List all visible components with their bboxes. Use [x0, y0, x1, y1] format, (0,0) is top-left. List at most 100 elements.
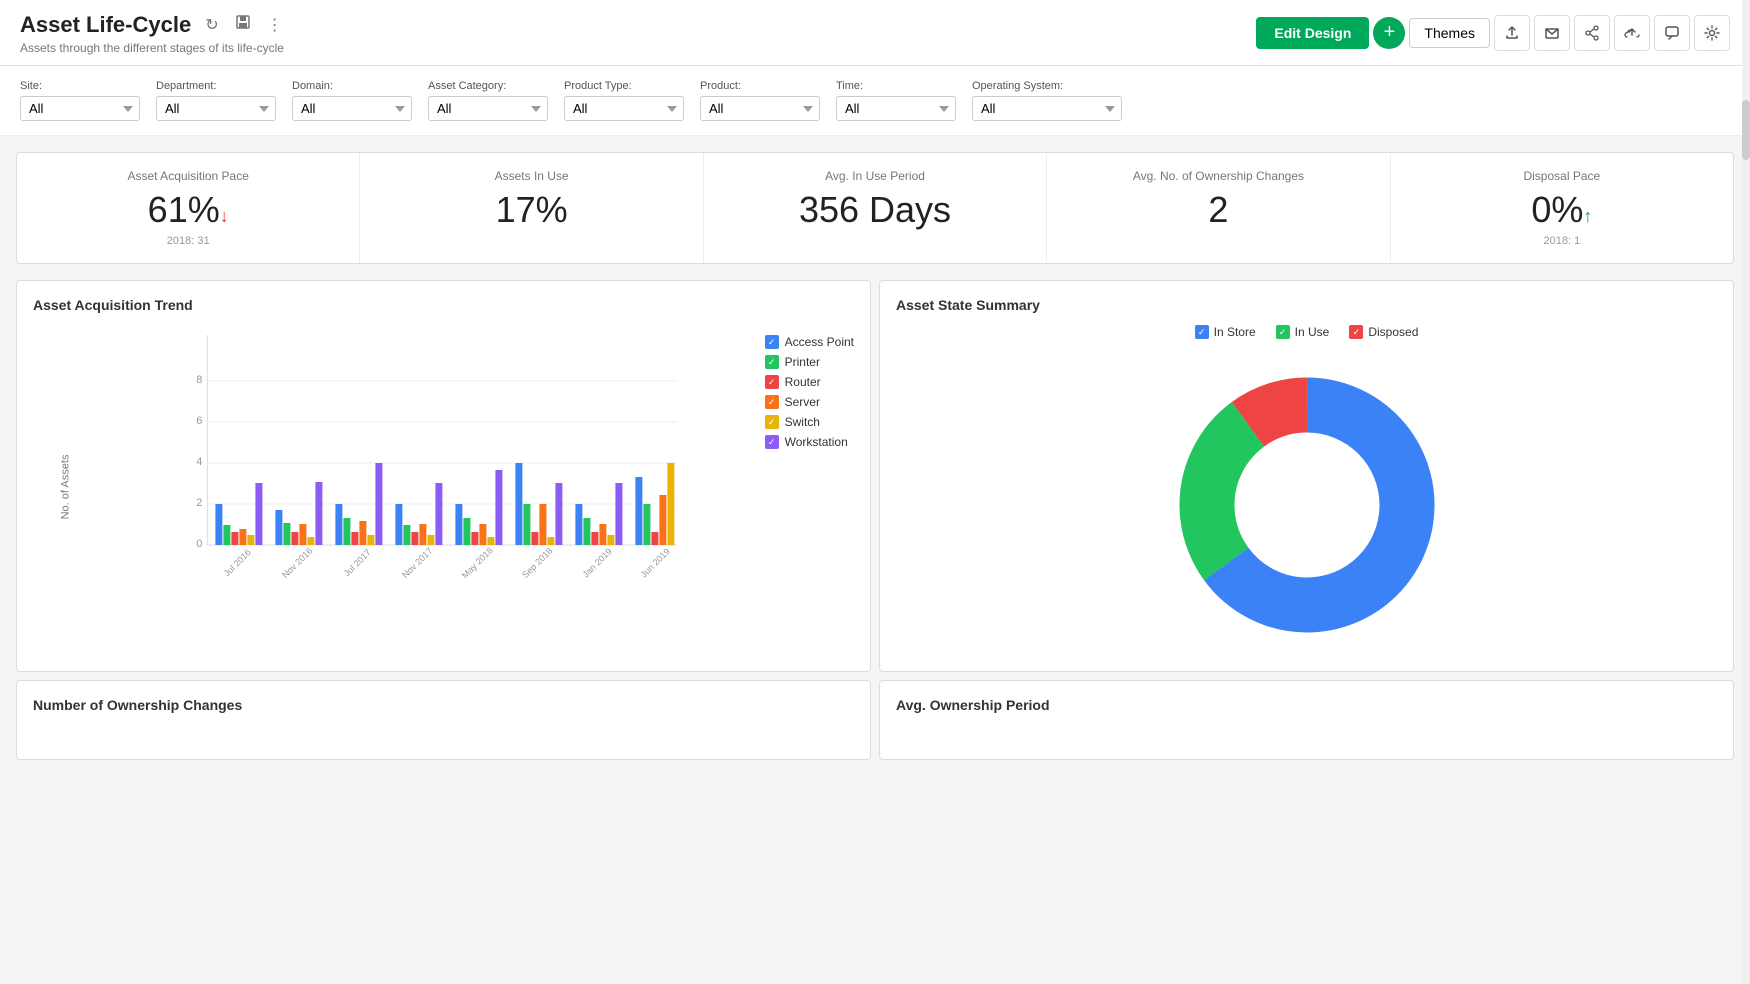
time-label: Time: [836, 80, 956, 92]
kpi-assets-in-use-label: Assets In Use [380, 169, 682, 183]
legend-access-point: ✓ Access Point [765, 335, 854, 349]
os-label: Operating System: [972, 80, 1122, 92]
save-button[interactable] [231, 10, 255, 39]
product-filter-group: Product: All [700, 80, 820, 121]
share-button[interactable] [1574, 15, 1610, 51]
donut-in-use-label: In Use [1295, 325, 1330, 339]
vertical-scrollbar[interactable] [1742, 0, 1750, 984]
bottom-charts-row: Number of Ownership Changes Avg. Ownersh… [16, 680, 1734, 760]
site-filter-group: Site: All [20, 80, 140, 121]
kpi-ownership-changes-label: Avg. No. of Ownership Changes [1067, 169, 1369, 183]
kpi-disposal-pace-label: Disposal Pace [1411, 169, 1713, 183]
time-select[interactable]: All [836, 96, 956, 121]
settings-button[interactable] [1694, 15, 1730, 51]
legend-server: ✓ Server [765, 395, 854, 409]
kpi-assets-in-use: Assets In Use 17% [360, 153, 703, 263]
bar-chart-panel: Asset Acquisition Trend No. of Assets 0 … [16, 280, 871, 672]
donut-in-store-icon[interactable]: ✓ [1195, 325, 1209, 339]
legend-printer-label: Printer [785, 355, 820, 369]
legend-router-icon[interactable]: ✓ [765, 375, 779, 389]
legend-switch: ✓ Switch [765, 415, 854, 429]
y-axis-label: No. of Assets [59, 454, 71, 519]
svg-text:4: 4 [196, 456, 202, 468]
mail-button[interactable] [1534, 15, 1570, 51]
kpi-avg-in-use-period-value: 356 Days [724, 189, 1026, 231]
up-arrow-icon: ↑ [1583, 206, 1592, 226]
refresh-button[interactable]: ↻ [201, 11, 222, 39]
asset-category-select[interactable]: All [428, 96, 548, 121]
legend-switch-icon[interactable]: ✓ [765, 415, 779, 429]
bar-chart-legend: ✓ Access Point ✓ Printer ✓ Router [765, 325, 854, 588]
svg-text:2: 2 [196, 497, 202, 509]
site-label: Site: [20, 80, 140, 92]
donut-legend-in-use: ✓ In Use [1276, 325, 1330, 339]
kpi-ownership-changes-value: 2 [1067, 189, 1369, 231]
product-label: Product: [700, 80, 820, 92]
svg-text:Jul 2017: Jul 2017 [342, 547, 373, 578]
donut-disposed-label: Disposed [1368, 325, 1418, 339]
product-type-filter-group: Product Type: All [564, 80, 684, 121]
os-select[interactable]: All [972, 96, 1122, 121]
product-type-select[interactable]: All [564, 96, 684, 121]
svg-text:Jan 2019: Jan 2019 [580, 546, 613, 579]
domain-label: Domain: [292, 80, 412, 92]
bar-chart-title: Asset Acquisition Trend [33, 297, 854, 313]
kpi-acquisition-pace-sub: 2018: 31 [37, 235, 339, 247]
kpi-ownership-changes: Avg. No. of Ownership Changes 2 [1047, 153, 1390, 263]
time-filter-group: Time: All [836, 80, 956, 121]
kpi-avg-in-use-period: Avg. In Use Period 356 Days [704, 153, 1047, 263]
bar-chart-container: No. of Assets 0 2 4 6 8 [33, 325, 854, 588]
bar-chart-area: 0 2 4 6 8 [106, 325, 749, 588]
filters-bar: Site: All Department: All Domain: All As… [0, 66, 1750, 136]
legend-access-point-icon[interactable]: ✓ [765, 335, 779, 349]
svg-text:Jun 2019: Jun 2019 [638, 546, 671, 579]
donut-container: ✓ In Store ✓ In Use ✓ Disposed [896, 325, 1717, 655]
asset-category-label: Asset Category: [428, 80, 548, 92]
legend-router: ✓ Router [765, 375, 854, 389]
donut-chart-title: Asset State Summary [896, 297, 1717, 313]
svg-text:Nov 2016: Nov 2016 [280, 546, 314, 580]
chat-button[interactable] [1654, 15, 1690, 51]
legend-switch-label: Switch [785, 415, 820, 429]
domain-select[interactable]: All [292, 96, 412, 121]
svg-text:Sep 2018: Sep 2018 [520, 546, 554, 580]
svg-text:8: 8 [196, 374, 202, 386]
add-button[interactable]: + [1373, 17, 1405, 49]
department-label: Department: [156, 80, 276, 92]
bar-chart-svg: 0 2 4 6 8 [106, 325, 749, 585]
kpi-acquisition-pace: Asset Acquisition Pace 61%↓ 2018: 31 [17, 153, 360, 263]
avg-ownership-period-title: Avg. Ownership Period [896, 697, 1717, 713]
legend-printer: ✓ Printer [765, 355, 854, 369]
os-filter-group: Operating System: All [972, 80, 1122, 121]
more-options-button[interactable]: ⋮ [263, 11, 287, 39]
header-title-row: Asset Life-Cycle ↻ ⋮ [20, 10, 287, 39]
kpi-assets-in-use-value: 17% [380, 189, 682, 231]
donut-in-use-icon[interactable]: ✓ [1276, 325, 1290, 339]
donut-chart-svg [1157, 355, 1457, 655]
ownership-changes-title: Number of Ownership Changes [33, 697, 854, 713]
upload-button[interactable] [1614, 15, 1650, 51]
asset-category-filter-group: Asset Category: All [428, 80, 548, 121]
export-button[interactable] [1494, 15, 1530, 51]
kpi-acquisition-pace-label: Asset Acquisition Pace [37, 169, 339, 183]
legend-workstation-icon[interactable]: ✓ [765, 435, 779, 449]
donut-disposed-icon[interactable]: ✓ [1349, 325, 1363, 339]
legend-server-icon[interactable]: ✓ [765, 395, 779, 409]
site-select[interactable]: All [20, 96, 140, 121]
edit-design-button[interactable]: Edit Design [1256, 17, 1369, 49]
kpi-disposal-pace-value: 0%↑ [1411, 189, 1713, 231]
header-actions: Edit Design + Themes [1256, 15, 1730, 51]
page-title: Asset Life-Cycle [20, 12, 191, 38]
donut-chart-panel: Asset State Summary ✓ In Store ✓ In Use [879, 280, 1734, 672]
legend-printer-icon[interactable]: ✓ [765, 355, 779, 369]
department-select[interactable]: All [156, 96, 276, 121]
avg-ownership-period-panel: Avg. Ownership Period [879, 680, 1734, 760]
scrollbar-thumb[interactable] [1742, 100, 1750, 160]
domain-filter-group: Domain: All [292, 80, 412, 121]
themes-button[interactable]: Themes [1409, 18, 1490, 48]
charts-row: Asset Acquisition Trend No. of Assets 0 … [16, 280, 1734, 672]
product-select[interactable]: All [700, 96, 820, 121]
legend-workstation: ✓ Workstation [765, 435, 854, 449]
kpi-acquisition-pace-value: 61%↓ [37, 189, 339, 231]
svg-text:Nov 2017: Nov 2017 [400, 546, 434, 580]
